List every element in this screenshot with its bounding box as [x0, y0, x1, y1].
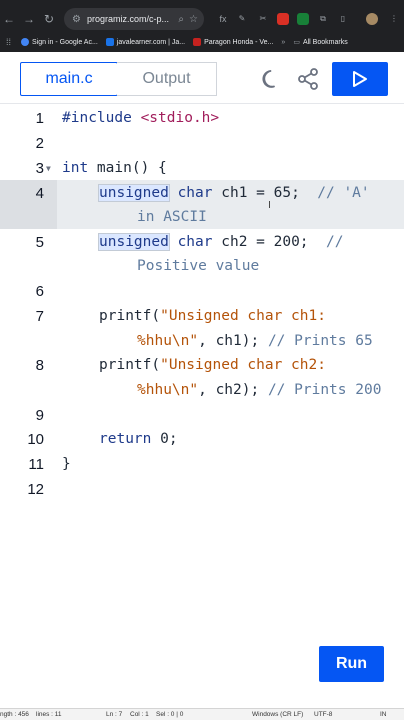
- code-line-3: 3 ▼ int main() {: [0, 156, 404, 181]
- code-line-8: 8 printf("Unsigned char ch2:: [35, 357, 326, 374]
- code-line-4: 4 unsigned char ch1 = 65; // 'A': [35, 184, 370, 202]
- extension-panel-icon[interactable]: ▯: [337, 13, 349, 25]
- code-line-7: 7 printf("Unsigned char ch1:: [35, 308, 326, 325]
- code-line-11: 11 }: [28, 456, 71, 473]
- extension-puzzle-icon[interactable]: ⧉: [317, 13, 329, 25]
- forward-icon[interactable]: →: [22, 8, 36, 30]
- editor-header: main.c Output: [0, 52, 404, 104]
- extension-scissors-icon[interactable]: ✂: [257, 13, 269, 25]
- status-length: ngth : 456: [0, 711, 29, 718]
- code-line-7-wrap: %hhu\n", ch1); // Prints 65: [137, 333, 373, 349]
- dark-mode-icon[interactable]: [258, 67, 282, 91]
- status-bar: ngth : 456 lines : 11 Ln : 7 Col : 1 Sel…: [0, 708, 404, 720]
- selected-word: unsigned: [98, 184, 170, 202]
- status-encoding: UTF-8: [314, 711, 333, 718]
- status-col: Col : 1: [130, 711, 149, 718]
- code-line-2: 2: [35, 135, 44, 152]
- text-cursor-icon: I: [268, 200, 271, 211]
- browser-toolbar: ← → ↻ ⚙ programiz.com/c-p... ⌕ ☆ fx ✎ ✂ …: [0, 8, 404, 30]
- run-button[interactable]: Run: [319, 646, 384, 682]
- folder-icon: ▭: [293, 39, 300, 46]
- apps-icon[interactable]: ⁞⁞: [6, 37, 11, 47]
- extension-fx-icon[interactable]: fx: [217, 13, 229, 25]
- bookmark-paragon[interactable]: Paragon Honda - Ve...: [193, 38, 273, 46]
- code-editor[interactable]: 1 #include <stdio.h> 2 3 ▼ int main() { …: [0, 104, 404, 554]
- browser-chrome: ← → ↻ ⚙ programiz.com/c-p... ⌕ ☆ fx ✎ ✂ …: [0, 0, 404, 52]
- honda-icon: [193, 38, 202, 46]
- code-line-5: 5 unsigned char ch2 = 200; //: [35, 233, 344, 251]
- code-line-8-wrap: %hhu\n", ch2); // Prints 200: [137, 382, 382, 398]
- all-bookmarks[interactable]: ▭ All Bookmarks: [293, 38, 347, 47]
- site-info-icon[interactable]: ⚙: [72, 14, 81, 25]
- code-line-5-wrap: Positive value: [137, 258, 260, 274]
- code-line-12: 12: [27, 481, 44, 498]
- extension-red-icon[interactable]: [277, 13, 289, 25]
- extension-feather-icon[interactable]: ✎: [236, 13, 248, 25]
- javalearner-icon: [105, 38, 114, 46]
- share-icon[interactable]: [296, 67, 320, 91]
- bookmark-google[interactable]: Sign in - Google Ac...: [21, 38, 98, 46]
- run-icon-button[interactable]: [332, 62, 388, 96]
- tab-main-c[interactable]: main.c: [20, 62, 118, 96]
- play-icon: [353, 71, 367, 87]
- reload-icon[interactable]: ↻: [42, 8, 56, 30]
- profile-avatar[interactable]: [366, 13, 378, 25]
- address-bar[interactable]: ⚙ programiz.com/c-p... ⌕ ☆: [64, 8, 204, 30]
- bookmark-javalearner[interactable]: javalearner.com | Ja...: [105, 38, 185, 46]
- status-mode: IN: [380, 711, 387, 718]
- code-line-10: 10 return 0;: [27, 431, 178, 448]
- code-line-9: 9: [35, 407, 44, 424]
- status-eol: Windows (CR LF): [252, 711, 304, 718]
- star-icon[interactable]: ☆: [189, 14, 198, 25]
- status-lines: lines : 11: [36, 711, 62, 718]
- bookmarks-bar: ⁞⁞ Sign in - Google Ac... javalearner.co…: [0, 34, 404, 50]
- zoom-icon[interactable]: ⌕: [178, 14, 184, 25]
- url-text: programiz.com/c-p...: [86, 14, 169, 24]
- code-line-4-wrap: in ASCII: [137, 209, 207, 225]
- code-line-1: 1 #include <stdio.h>: [35, 110, 220, 127]
- google-icon: [21, 38, 30, 46]
- back-icon[interactable]: ←: [2, 8, 16, 30]
- more-bookmarks-icon[interactable]: »: [281, 39, 285, 46]
- fold-icon[interactable]: ▼: [46, 156, 51, 181]
- tab-output[interactable]: Output: [117, 62, 217, 96]
- code-line-6: 6: [35, 283, 44, 300]
- menu-icon[interactable]: ⋮: [388, 13, 400, 25]
- status-line: Ln : 7: [106, 711, 123, 718]
- status-sel: Sel : 0 | 0: [156, 711, 184, 718]
- extension-green-icon[interactable]: [297, 13, 309, 25]
